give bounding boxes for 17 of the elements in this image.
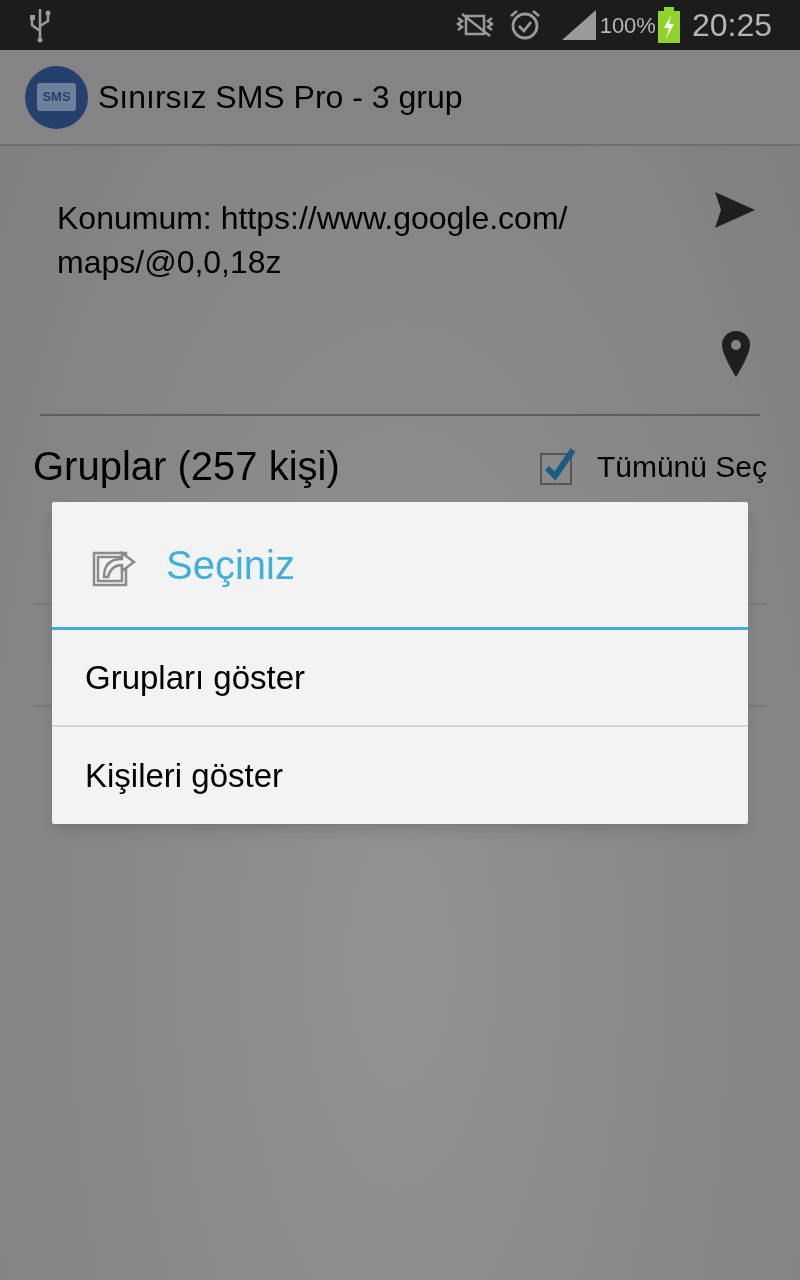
groups-heading: Gruplar (257 kişi) xyxy=(33,443,341,490)
vibrate-mute-icon xyxy=(455,10,494,40)
battery-percent: 100% xyxy=(599,11,656,40)
clock-time: 20:25 xyxy=(691,6,772,45)
battery-charging-icon xyxy=(657,7,680,43)
app-title: Sınırsız SMS Pro - 3 grup xyxy=(98,78,463,117)
dialog-title: Seçiniz xyxy=(166,541,295,589)
dialog-option[interactable]: Grupları göster xyxy=(52,630,748,727)
signal-icon xyxy=(561,10,596,40)
send-icon[interactable] xyxy=(715,192,755,228)
message-field[interactable]: Konumum: https://www.google.com/ maps/@0,0,18z xyxy=(40,186,760,416)
message-text: Konumum: https://www.google.com/ maps/@0,0,18z xyxy=(57,199,568,282)
usb-icon xyxy=(28,7,52,43)
location-pin-icon[interactable] xyxy=(722,331,750,377)
select-all-label[interactable]: Tümünü Seç xyxy=(596,443,767,489)
dialog-option[interactable]: Kişileri göster xyxy=(52,727,748,824)
app-logo: SMS xyxy=(25,65,88,129)
